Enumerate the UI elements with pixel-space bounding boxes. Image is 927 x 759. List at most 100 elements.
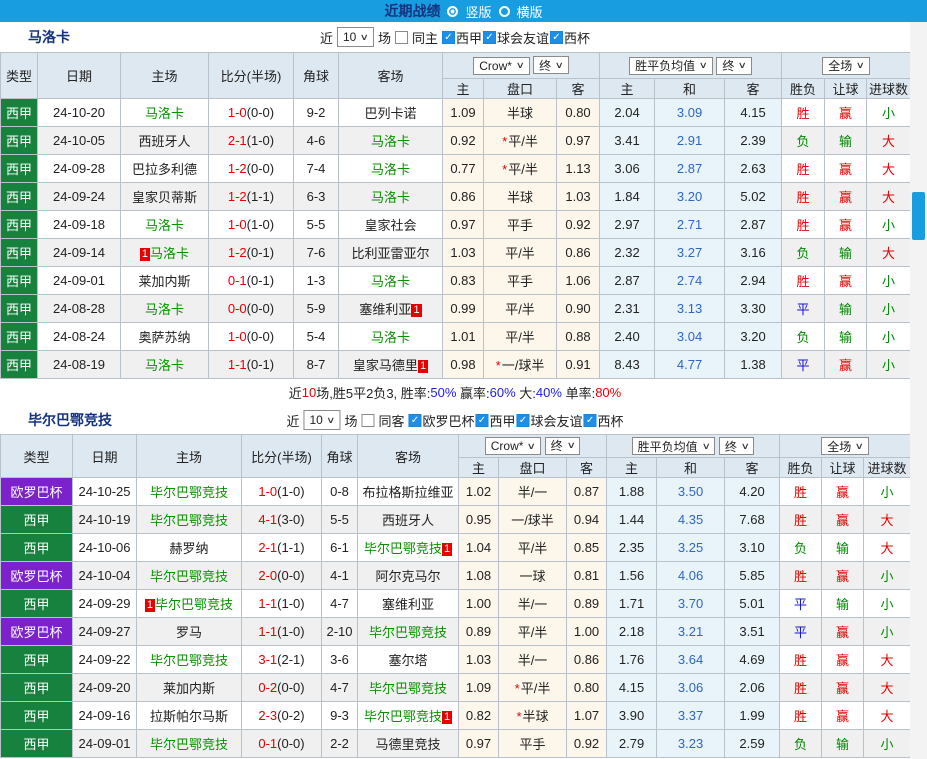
home-team-cell: 西班牙人 (120, 126, 209, 155)
chevron-down-icon: ∨ (554, 59, 565, 70)
same-venue-checkbox[interactable] (361, 413, 375, 427)
league-checkbox-label: 球会友谊 (496, 30, 550, 46)
draw-odds-cell: 3.20 (654, 182, 726, 211)
same-venue-checkbox[interactable] (394, 30, 408, 44)
scope-select[interactable]: 全场 ∨ (822, 56, 870, 75)
result-cell: 平 (781, 350, 826, 379)
away-team-cell: 马德里竞技 (357, 729, 459, 758)
team-name: 巴拉多利德 (131, 162, 197, 177)
home-team-cell: 马洛卡 (120, 350, 209, 379)
handicap-cell: 半/一 (498, 477, 567, 506)
scrollbar[interactable] (910, 22, 927, 759)
sub-col-home-odds: 主 (458, 457, 499, 478)
draw-odds-cell: 4.77 (654, 350, 726, 379)
summary-segment: 大: (515, 386, 536, 401)
date-cell: 24-10-20 (37, 98, 121, 127)
result-cell: 平 (781, 294, 826, 323)
odds-time-select[interactable]: 终 ∨ (533, 56, 569, 75)
date-cell: 24-09-28 (37, 154, 121, 183)
handicap-result-cell: 赢 (824, 154, 868, 183)
handicap-cell: 一/球半 (498, 505, 567, 534)
recent-count-select[interactable]: 10 ∨ (303, 410, 341, 430)
score-cell: 1-2(0-1) (208, 238, 294, 267)
home-team-cell: 1 毕尔巴鄂竞技 (136, 589, 242, 618)
date-cell: 24-10-05 (37, 126, 121, 155)
red-card-badge: 1 (441, 543, 453, 556)
team-name: 西班牙人 (138, 134, 191, 149)
recent-count-select[interactable]: 10 ∨ (336, 27, 374, 47)
same-venue-label: 同客 (378, 413, 405, 429)
col-home: 主场 (120, 52, 209, 99)
scrollbar-thumb[interactable] (912, 192, 925, 240)
chevron-down-icon: ∨ (515, 60, 525, 71)
win-odds-cell: 1.56 (606, 561, 658, 590)
handicap-result-cell: 赢 (821, 673, 865, 702)
date-cell: 24-10-06 (72, 533, 137, 562)
draw-odds-cell: 3.23 (656, 729, 726, 758)
lose-odds-cell: 5.02 (724, 182, 783, 211)
win-odds-cell: 2.35 (606, 533, 658, 562)
league-checkbox[interactable]: ✓ (441, 30, 455, 44)
win-odds-cell: 2.79 (606, 729, 658, 758)
odds-time-select[interactable]: 终 ∨ (544, 436, 581, 455)
league-checkbox[interactable]: ✓ (482, 30, 496, 44)
col-date: 日期 (37, 52, 121, 99)
team-name: 布拉格斯拉维亚 (362, 485, 454, 500)
score-cell: 1-0(0-0) (208, 322, 294, 351)
league-checkbox[interactable]: ✓ (583, 413, 597, 427)
result-group: 全场 ∨ (779, 434, 912, 458)
odds-company-select[interactable]: Crow* ∨ (484, 437, 542, 456)
red-card-badge: 1 (441, 711, 453, 724)
score-cell: 1-1(0-1) (208, 350, 294, 379)
result-cell: 负 (781, 126, 826, 155)
handicap-result-cell: 赢 (824, 266, 868, 295)
odds-away-cell: 0.97 (555, 126, 601, 155)
sub-col-lose: 客 (724, 78, 783, 99)
result-cell: 平 (779, 617, 823, 646)
home-team-cell: 奥萨苏纳 (120, 322, 209, 351)
match-row: 西甲 24-09-16 拉斯帕尔马斯 2-3(0-2) 9-3 毕尔巴鄂竞技 1 0.82 *半… (0, 701, 912, 730)
sub-col-handicap-result: 让球 (824, 78, 868, 99)
handicap-cell: *平/半 (483, 154, 557, 183)
league-badge-cell: 西甲 (0, 350, 38, 379)
corner-cell: 5-9 (293, 294, 339, 323)
league-checkbox[interactable]: ✓ (475, 413, 489, 427)
handicap-cell: 平/半 (483, 238, 557, 267)
goals-result-cell: 小 (866, 350, 912, 379)
sub-col-goals: 进球数 (866, 78, 912, 99)
match-row: 西甲 24-09-29 1 毕尔巴鄂竞技 1-1(1-0) 4-7 塞维利亚 1.00 半/一 0… (0, 589, 912, 618)
vertical-layout-radio[interactable] (447, 5, 459, 17)
goals-result-cell: 大 (866, 126, 912, 155)
score-cell: 1-0(1-0) (241, 477, 322, 506)
lose-odds-cell: 2.94 (724, 266, 783, 295)
handicap-cell: 平/半 (483, 322, 557, 351)
team-name: 毕尔巴鄂竞技 (28, 412, 112, 428)
odds-company-select[interactable]: Crow* ∨ (473, 56, 530, 75)
wdl-time-select[interactable]: 终 ∨ (716, 56, 752, 75)
match-row: 西甲 24-09-18 马洛卡 1-0(1-0) 5-5 皇家社会 0.97 平手 0.92 2.… (0, 210, 912, 239)
chevron-down-icon: ∨ (738, 60, 748, 70)
team-name: 拉斯帕尔马斯 (149, 709, 228, 724)
league-checkbox[interactable]: ✓ (550, 30, 564, 44)
horizontal-layout-radio[interactable] (498, 5, 510, 17)
home-team-cell: 赫罗纳 (136, 533, 242, 562)
chevron-down-icon: ∨ (326, 414, 336, 425)
league-checkbox[interactable]: ✓ (516, 413, 530, 427)
win-odds-cell: 1.44 (606, 505, 658, 534)
wdl-average-select[interactable]: 胜平负均值 ∨ (631, 437, 716, 455)
wdl-average-select[interactable]: 胜平负均值 ∨ (629, 56, 713, 75)
scope-select[interactable]: 全场 ∨ (821, 437, 869, 455)
team-name: 马洛卡 (150, 246, 190, 261)
corner-cell: 4-6 (293, 126, 339, 155)
score-cell: 0-1(0-0) (241, 729, 322, 758)
result-cell: 负 (779, 533, 823, 562)
odds-away-cell: 0.87 (565, 477, 608, 506)
win-odds-cell: 1.88 (606, 477, 658, 506)
sub-col-away-odds: 客 (565, 457, 608, 478)
col-away: 客场 (338, 52, 443, 99)
away-team-cell: 毕尔巴鄂竞技 (357, 617, 459, 646)
sub-col-win: 主 (606, 457, 658, 478)
wdl-time-select[interactable]: 终 ∨ (718, 437, 755, 455)
win-odds-cell: 2.04 (599, 98, 656, 127)
league-checkbox[interactable]: ✓ (408, 413, 422, 427)
